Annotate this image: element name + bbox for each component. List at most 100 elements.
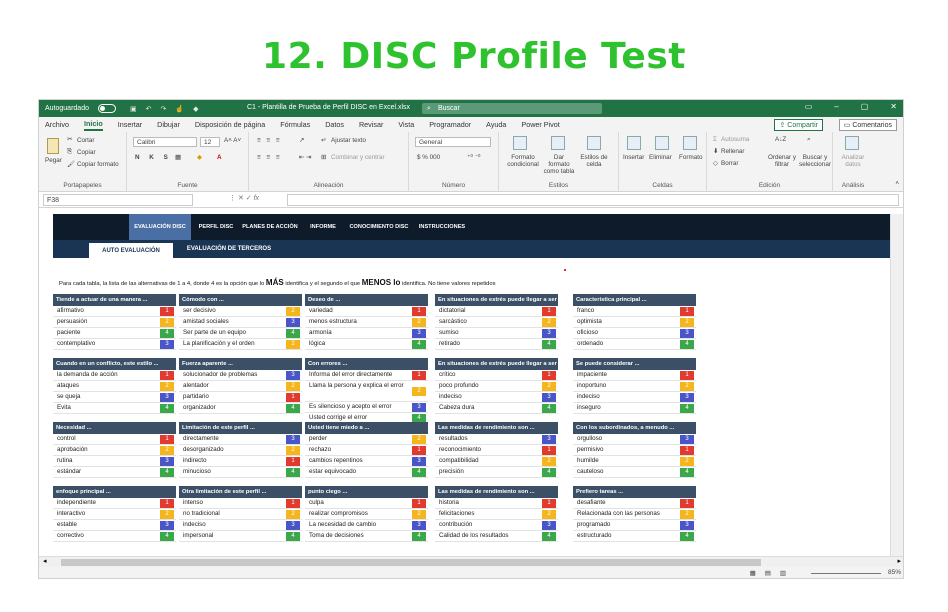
formula-buttons[interactable]: ⋮ ✕ ✓ fx [229,194,259,202]
wrap-text-icon[interactable]: ↵ [321,137,326,144]
rank-cell[interactable]: 2 [160,510,174,519]
rank-cell[interactable]: 3 [680,521,694,530]
minimize-icon[interactable]: – [834,102,838,111]
rank-cell[interactable]: 3 [286,318,300,327]
rank-cell[interactable]: 3 [160,457,174,466]
rank-cell[interactable]: 4 [542,340,556,349]
format-cells-button[interactable]: Formato [679,154,702,161]
rank-cell[interactable]: 2 [286,510,300,519]
rank-cell[interactable]: 3 [160,521,174,530]
rank-cell[interactable]: 4 [542,404,556,413]
redo-icon[interactable]: ↷ [160,105,166,113]
font-color-icon[interactable]: A [217,154,222,161]
cut-button[interactable]: Cortar [77,137,95,144]
menu-datos[interactable]: Datos [325,120,344,129]
rank-cell[interactable]: 4 [160,404,174,413]
insert-cells-icon[interactable] [627,136,641,150]
rank-cell[interactable]: 1 [680,371,694,380]
rank-cell[interactable]: 1 [412,499,426,508]
share-button[interactable]: ⇪ Compartir [774,119,823,131]
find-icon[interactable]: ⌕ [807,136,811,144]
worksheet[interactable]: EVALUACIÓN DISC PERFIL DISC PLANES DE AC… [39,214,891,556]
wrap-text-button[interactable]: Ajustar texto [331,137,366,144]
rank-cell[interactable]: 2 [286,446,300,455]
rank-cell[interactable]: 4 [160,468,174,477]
tab-evaluacion-disc[interactable]: EVALUACIÓN DISC [129,214,191,240]
rank-cell[interactable]: 3 [412,329,426,338]
menu-programador[interactable]: Programador [429,120,471,129]
rank-cell[interactable]: 4 [542,532,556,541]
rank-cell[interactable]: 1 [160,435,174,444]
menu-powerpivot[interactable]: Power Pivot [521,120,559,129]
ribbon-display-icon[interactable]: ▭ [805,102,813,111]
clear-button[interactable]: Borrar [721,160,739,167]
menu-vista[interactable]: Vista [398,120,414,129]
rank-cell[interactable]: 3 [412,403,426,412]
bold-italic-underline-icons[interactable]: N K S [135,154,172,161]
zoom-slider[interactable] [811,573,881,574]
rank-cell[interactable]: 4 [286,329,300,338]
rank-cell[interactable]: 3 [286,371,300,380]
font-grow-icon[interactable]: A˄ A˅ [224,137,241,144]
paste-icon[interactable] [47,138,59,154]
autosave-toggle[interactable] [97,104,116,113]
orientation-icon[interactable]: ↗ [299,137,304,144]
copy-button[interactable]: Copiar [77,149,96,156]
name-box[interactable]: F38 [43,194,193,206]
rank-cell[interactable]: 3 [160,393,174,402]
fill-color-qa-icon[interactable]: ◆ [193,105,198,113]
rank-cell[interactable]: 4 [160,532,174,541]
rank-cell[interactable]: 2 [160,382,174,391]
scroll-right-icon[interactable]: ▸ [897,557,901,565]
rank-cell[interactable]: 2 [412,318,426,327]
cell-styles-button[interactable]: Estilos de celda [579,154,609,168]
formula-input[interactable] [287,194,899,206]
save-icon[interactable]: ▣ [130,105,137,113]
delete-cells-icon[interactable] [655,136,669,150]
insert-cells-button[interactable]: Insertar [623,154,644,161]
rank-cell[interactable]: 3 [412,521,426,530]
paste-button[interactable]: Pegar [45,157,62,164]
rank-cell[interactable]: 3 [412,457,426,466]
rank-cell[interactable]: 1 [542,499,556,508]
rank-cell[interactable]: 2 [160,318,174,327]
rank-cell[interactable]: 4 [412,468,426,477]
clear-icon[interactable]: ◇ [713,160,718,167]
horizontal-scrollbar[interactable]: ◂ ▸ [39,556,903,567]
rank-cell[interactable]: 2 [412,435,426,444]
comments-button[interactable]: ▭ Comentarios [838,119,897,131]
rank-cell[interactable]: 1 [680,307,694,316]
rank-cell[interactable]: 2 [286,340,300,349]
fill-icon[interactable]: ⬇ [713,148,718,155]
undo-icon[interactable]: ↶ [146,105,152,113]
number-format-select[interactable]: General [415,137,491,147]
rank-cell[interactable]: 3 [680,329,694,338]
rank-cell[interactable]: 3 [680,435,694,444]
rank-cell[interactable]: 2 [412,387,426,396]
menu-insertar[interactable]: Insertar [118,120,142,129]
rank-cell[interactable]: 4 [680,532,694,541]
delete-cells-button[interactable]: Eliminar [649,154,672,161]
rank-cell[interactable]: 4 [412,532,426,541]
rank-cell[interactable]: 1 [286,393,300,402]
tab-instrucciones[interactable]: INSTRUCCIONES [411,214,473,240]
highlight-icon[interactable]: ◆ [197,154,202,161]
rank-cell[interactable]: 1 [412,307,426,316]
rank-cell[interactable]: 4 [286,532,300,541]
scroll-thumb[interactable] [61,559,761,566]
rank-cell[interactable]: 2 [286,307,300,316]
rank-cell[interactable]: 2 [542,382,556,391]
rank-cell[interactable]: 2 [680,457,694,466]
analyze-data-button[interactable]: Analizar datos [837,154,869,168]
rank-cell[interactable]: 3 [160,340,174,349]
rank-cell[interactable]: 1 [542,307,556,316]
menu-disposicion[interactable]: Disposición de página [195,120,265,129]
border-icon[interactable]: ▦ [175,154,181,161]
rank-cell[interactable]: 2 [542,510,556,519]
rank-cell[interactable]: 3 [680,393,694,402]
currency-percent-icons[interactable]: $ % 000 [417,154,440,161]
font-size-select[interactable]: 12 [200,137,220,147]
rank-cell[interactable]: 4 [542,468,556,477]
view-mode-icons[interactable]: ▦▤▥ [750,569,795,577]
zoom-level[interactable]: 85% [888,569,901,576]
